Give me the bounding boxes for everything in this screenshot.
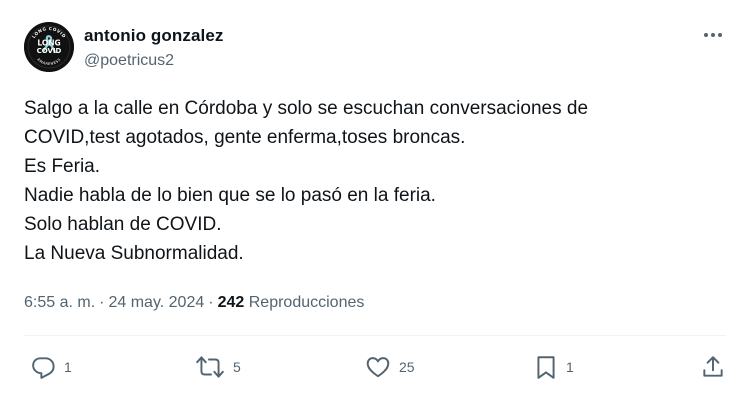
tweet-text: Salgo a la calle en Córdoba y solo se es… (24, 94, 724, 268)
tweet-time[interactable]: 6:55 a. m. (24, 294, 95, 311)
tweet-line: La Nueva Subnormalidad. (24, 243, 244, 264)
meta-separator: · (99, 294, 105, 311)
more-horizontal-icon (704, 33, 722, 37)
avatar[interactable]: LONG COVID AWARENESS LONG COVID (24, 22, 74, 72)
bookmark-count: 1 (566, 359, 574, 375)
more-button[interactable] (700, 24, 726, 46)
action-bar: 1 5 25 1 (0, 350, 740, 384)
reply-count: 1 (64, 359, 72, 375)
author-handle[interactable]: @poetricus2 (84, 52, 174, 70)
retweet-button[interactable]: 5 (195, 350, 241, 384)
views-count: 242 (217, 294, 245, 311)
long-covid-awareness-logo: LONG COVID AWARENESS LONG COVID (24, 22, 74, 72)
share-button[interactable] (700, 350, 726, 384)
like-count: 25 (399, 359, 415, 375)
tweet-meta: 6:55 a. m. · 24 may. 2024 · 242 Reproduccion… (24, 294, 364, 312)
heart-icon (366, 357, 390, 378)
meta-separator: · (208, 294, 214, 311)
reply-icon (32, 357, 55, 379)
tweet-card: LONG COVID AWARENESS LONG COVID antonio … (0, 0, 740, 400)
retweet-count: 5 (233, 359, 241, 375)
retweet-icon (196, 356, 224, 378)
tweet-line: Salgo a la calle en Córdoba y solo se es… (24, 98, 589, 119)
views-label: Reproducciones (248, 294, 365, 311)
like-button[interactable]: 25 (365, 350, 415, 384)
reply-button[interactable]: 1 (30, 350, 72, 384)
tweet-line: COVID,test agotados, gente enferma,toses… (24, 127, 466, 148)
tweet-line: Solo hablan de COVID. (24, 214, 222, 235)
share-icon (703, 356, 723, 377)
divider (24, 335, 726, 336)
bookmark-button[interactable]: 1 (534, 350, 574, 384)
tweet-date[interactable]: 24 may. 2024 (108, 294, 204, 311)
avatar-badge-line2: COVID (37, 47, 62, 55)
tweet-line: Es Feria. (24, 156, 101, 177)
tweet-line: Nadie habla de lo bien que se lo pasó en… (24, 185, 436, 206)
author-name[interactable]: antonio gonzalez (84, 26, 223, 46)
bookmark-icon (537, 356, 555, 379)
